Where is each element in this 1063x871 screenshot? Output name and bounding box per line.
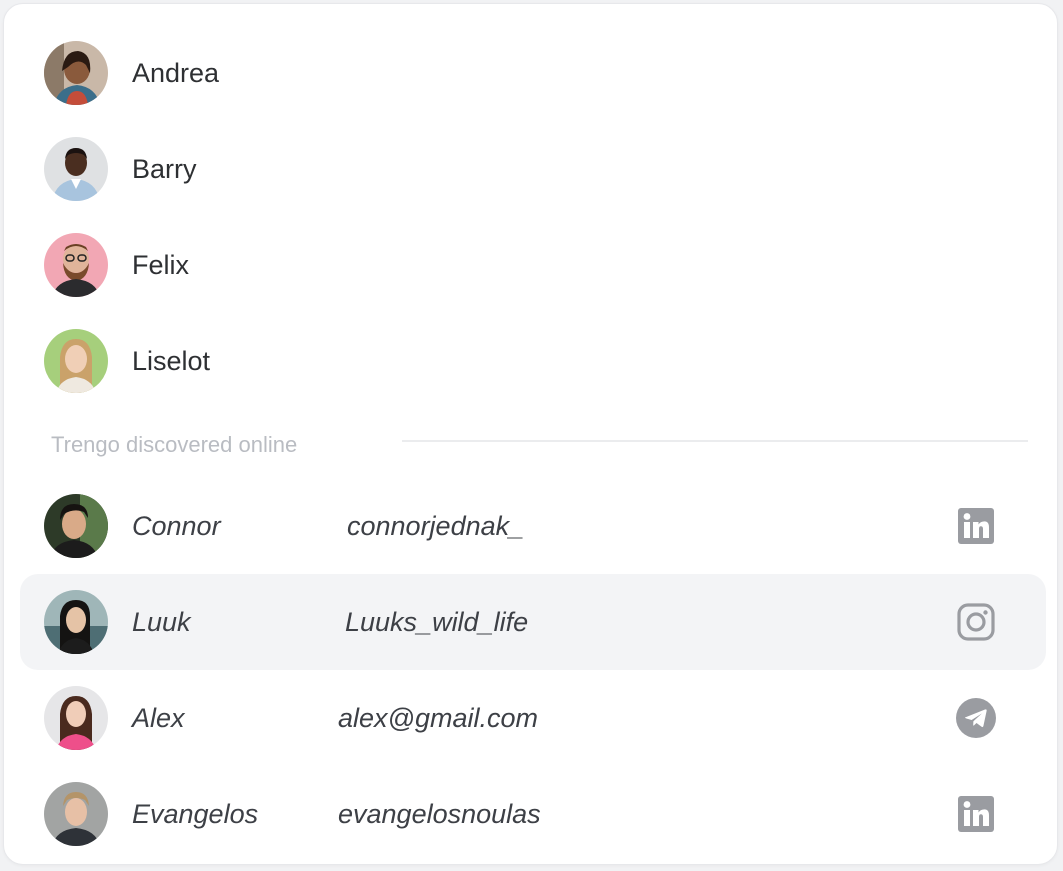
contact-handle: connorjednak_: [347, 511, 525, 541]
contact-name: Liselot: [132, 346, 211, 376]
telegram-icon[interactable]: [956, 698, 996, 738]
avatar: [44, 233, 108, 297]
avatar: [44, 41, 108, 105]
contact-name: Evangelos: [132, 799, 259, 829]
contact-row[interactable]: Andrea: [20, 25, 1046, 121]
section-divider: [402, 440, 1028, 442]
avatar: [44, 329, 108, 393]
avatar: [44, 686, 108, 750]
contact-handle: alex@gmail.com: [338, 703, 538, 733]
contact-name: Andrea: [132, 58, 220, 88]
discovered-row[interactable]: Alex alex@gmail.com: [20, 670, 1046, 766]
linkedin-icon[interactable]: [956, 794, 996, 834]
discovered-row[interactable]: Evangelos evangelosnoulas: [20, 766, 1046, 862]
section-label: Trengo discovered online: [51, 432, 298, 457]
contact-list-card: Andrea Barry Felix Liselot Trengo discov…: [3, 3, 1058, 865]
avatar: [44, 137, 108, 201]
avatar: [44, 590, 108, 654]
discovered-row-highlighted[interactable]: Luuk Luuks_wild_life: [20, 574, 1046, 670]
contact-handle: evangelosnoulas: [338, 799, 541, 829]
contact-name: Alex: [132, 703, 185, 733]
contact-row[interactable]: Felix: [20, 217, 1046, 313]
avatar: [44, 782, 108, 846]
contact-name: Luuk: [132, 607, 191, 637]
contact-row[interactable]: Liselot: [20, 313, 1046, 409]
contact-name: Connor: [132, 511, 221, 541]
linkedin-icon[interactable]: [956, 506, 996, 546]
contact-name: Barry: [132, 154, 197, 184]
contact-handle: Luuks_wild_life: [345, 607, 529, 637]
instagram-icon[interactable]: [956, 602, 996, 642]
contact-row[interactable]: Barry: [20, 121, 1046, 217]
avatar: [44, 494, 108, 558]
discovered-row[interactable]: Connor connorjednak_: [20, 478, 1046, 574]
contact-name: Felix: [132, 250, 190, 280]
